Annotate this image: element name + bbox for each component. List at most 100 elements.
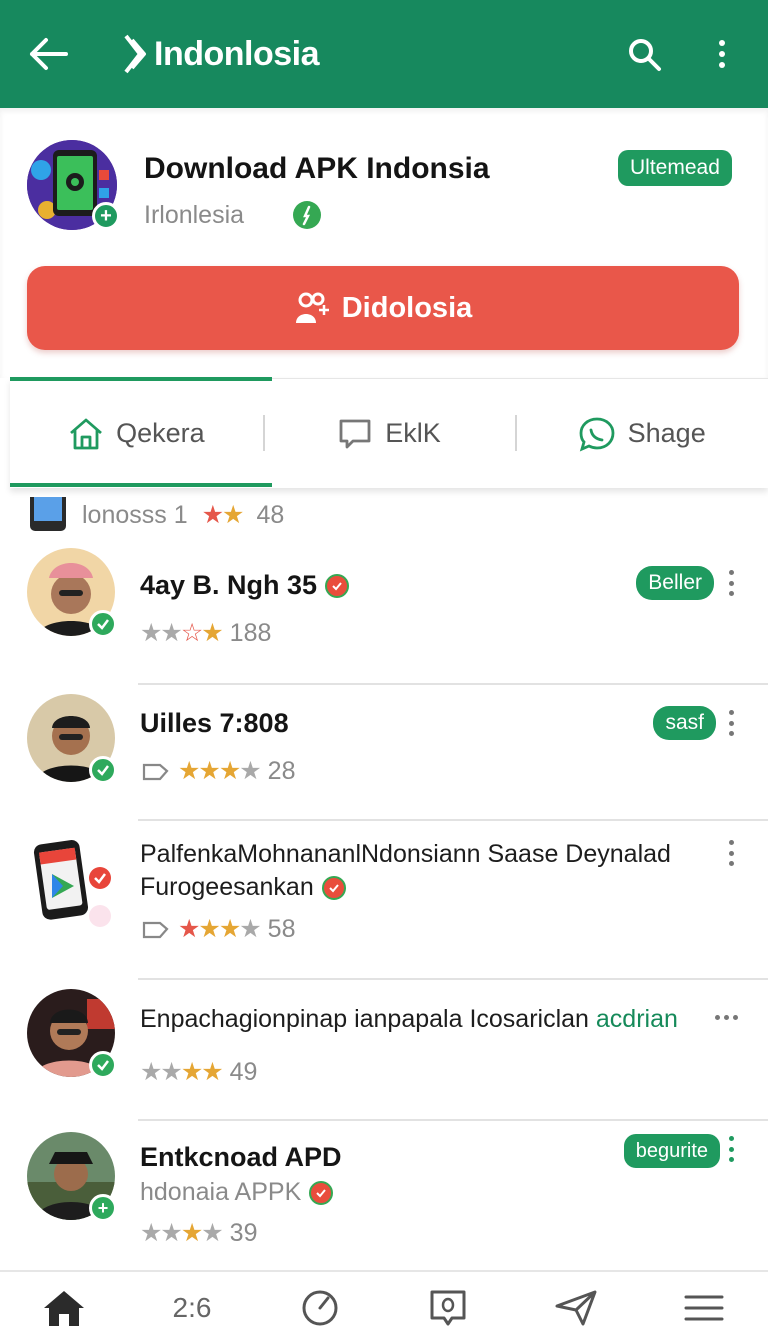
back-button[interactable] bbox=[24, 30, 72, 78]
app-header-card: + Download APK Indonsia Irlonlesia Ultem… bbox=[0, 108, 768, 378]
review-text-line2-row: Furogeesankan bbox=[140, 871, 700, 904]
home-outline-icon bbox=[70, 418, 102, 449]
search-icon bbox=[629, 39, 661, 71]
add-badge[interactable]: + bbox=[92, 202, 120, 230]
message-square-icon bbox=[430, 1290, 466, 1326]
tab-eklk-label: EklK bbox=[385, 418, 441, 448]
search-button[interactable] bbox=[622, 32, 666, 76]
users-download-icon bbox=[295, 292, 329, 323]
home-filled-icon bbox=[44, 1291, 84, 1326]
rating-stars: ★★★★ bbox=[178, 915, 262, 943]
more-options-button[interactable] bbox=[700, 32, 744, 76]
review-text-line2: Furogeesankan bbox=[140, 873, 314, 901]
app-status-chip: Ultemead bbox=[618, 150, 732, 186]
check-icon bbox=[97, 765, 109, 776]
review-subtitle-row: hdonaia APPK bbox=[140, 1178, 334, 1207]
tab-qekera-label: Qekera bbox=[116, 418, 205, 448]
rating-stars: ★★★★ bbox=[140, 1058, 224, 1086]
play-store-phone-icon bbox=[33, 840, 111, 927]
phone-app-icon[interactable] bbox=[30, 834, 111, 930]
add-badge: + bbox=[89, 1194, 117, 1222]
app-subtitle-row: Irlonlesia bbox=[144, 200, 322, 230]
rating-count: 39 bbox=[229, 1218, 258, 1247]
rating-count: 58 bbox=[267, 914, 296, 943]
list-item[interactable]: Uilles 7:808 sasf ★★★★ 28 bbox=[0, 684, 768, 820]
more-vert-icon[interactable] bbox=[726, 710, 736, 736]
review-text: PalfenkaMohnananlNdonsiann Saase Deynala… bbox=[140, 838, 700, 904]
reviewer-name-text: 4ay B. Ngh 35 bbox=[140, 570, 318, 600]
tag-icon bbox=[142, 763, 169, 781]
review-meta: ★★★★ 58 bbox=[140, 914, 295, 944]
reviewer-chip[interactable]: Beller bbox=[636, 566, 714, 600]
partial-item-stars: ★★ bbox=[201, 501, 245, 529]
rating-count: 28 bbox=[267, 756, 296, 785]
reviewer-chip[interactable]: begurite bbox=[623, 1134, 720, 1168]
brand-logo-icon bbox=[124, 34, 146, 74]
more-horiz-icon[interactable] bbox=[715, 1015, 738, 1020]
app-subtitle: Irlonlesia bbox=[144, 200, 245, 229]
nav-home[interactable] bbox=[24, 1278, 104, 1338]
verified-badge bbox=[89, 1051, 117, 1079]
verified-icon bbox=[325, 573, 350, 598]
chat-bubble-icon bbox=[339, 419, 371, 448]
tab-shage-label: Shage bbox=[627, 418, 706, 448]
reviewer-name-text: Entkcnoad APD bbox=[140, 1142, 342, 1172]
verified-badge bbox=[89, 610, 117, 638]
review-text-main: Enpachagionpinap ianpapala Icosariclan bbox=[140, 1005, 589, 1033]
list-item[interactable]: Enpachagionpinap ianpapala Icosariclan a… bbox=[0, 979, 768, 1119]
more-vert-icon[interactable] bbox=[726, 1136, 736, 1162]
review-link[interactable]: acdrian bbox=[596, 1005, 678, 1033]
bottom-navigation: 2:6 bbox=[0, 1270, 768, 1344]
app-title: Download APK Indonsia bbox=[144, 152, 490, 185]
reviewer-name: 4ay B. Ngh 35 bbox=[140, 570, 350, 601]
nav-messages[interactable] bbox=[408, 1278, 488, 1338]
download-button[interactable]: Didolosia bbox=[27, 266, 739, 350]
app-bar-title: Indonlosia bbox=[154, 34, 320, 73]
review-meta: ★★★★ 39 bbox=[140, 1218, 257, 1248]
reviewer-name: Uilles 7:808 bbox=[140, 708, 289, 739]
verified-icon bbox=[321, 875, 346, 900]
speedometer-icon bbox=[302, 1290, 338, 1326]
plus-icon: + bbox=[97, 1198, 109, 1218]
nav-menu[interactable] bbox=[664, 1278, 744, 1338]
tab-eklk[interactable]: EklK bbox=[262, 379, 516, 488]
list-item[interactable]: + Entkcnoad APD begurite hdonaia APPK ★★… bbox=[0, 1120, 768, 1268]
check-icon bbox=[97, 1060, 109, 1071]
nav-time[interactable]: 2:6 bbox=[152, 1278, 232, 1338]
rating-count: 188 bbox=[229, 618, 272, 647]
nav-stats[interactable] bbox=[280, 1278, 360, 1338]
whatsapp-icon bbox=[579, 417, 615, 451]
partial-list-item: lonosss 1 ★★ 48 bbox=[28, 488, 284, 542]
nav-share[interactable] bbox=[536, 1278, 616, 1338]
rating-stars: ★★★★ bbox=[140, 1219, 224, 1247]
brand[interactable]: Indonlosia bbox=[120, 32, 320, 76]
verified-badge bbox=[89, 756, 117, 784]
tab-qekera[interactable]: Qekera bbox=[10, 379, 263, 488]
list-item[interactable]: PalfenkaMohnananlNdonsiann Saase Deynala… bbox=[0, 820, 768, 978]
rating-count: 49 bbox=[229, 1057, 258, 1086]
review-text: Enpachagionpinap ianpapala Icosariclan a… bbox=[140, 1003, 740, 1036]
download-button-label: Didolosia bbox=[341, 291, 473, 324]
more-vert-icon[interactable] bbox=[726, 840, 736, 866]
partial-item-count: 48 bbox=[256, 500, 285, 529]
more-vert-icon[interactable] bbox=[726, 570, 736, 596]
review-text-line1: PalfenkaMohnananlNdonsiann Saase Deynala… bbox=[140, 840, 671, 868]
tab-shage[interactable]: Shage bbox=[515, 379, 768, 488]
check-icon bbox=[97, 619, 109, 630]
partial-item-text: lonosss 1 bbox=[82, 500, 188, 529]
rating-stars: ★★★★ bbox=[178, 757, 262, 785]
list-item[interactable]: 4ay B. Ngh 35 Beller ★★☆★ 188 bbox=[0, 538, 768, 684]
reviewer-name: Entkcnoad APD bbox=[140, 1142, 342, 1173]
review-meta: ★★★★ 49 bbox=[140, 1057, 257, 1087]
plus-icon: + bbox=[100, 205, 112, 227]
reviewer-name-text: Uilles 7:808 bbox=[140, 708, 289, 738]
verified-icon bbox=[309, 1180, 334, 1205]
hamburger-menu-icon bbox=[684, 1295, 724, 1321]
more-vert-icon bbox=[719, 40, 725, 68]
tab-bar: Qekera EklK Shage bbox=[10, 377, 768, 488]
phone-icon bbox=[30, 497, 66, 531]
review-meta: ★★★★ 28 bbox=[140, 756, 295, 786]
reviewer-chip[interactable]: sasf bbox=[653, 706, 716, 740]
rating-stars: ★★☆★ bbox=[140, 619, 224, 647]
send-icon bbox=[555, 1290, 597, 1326]
